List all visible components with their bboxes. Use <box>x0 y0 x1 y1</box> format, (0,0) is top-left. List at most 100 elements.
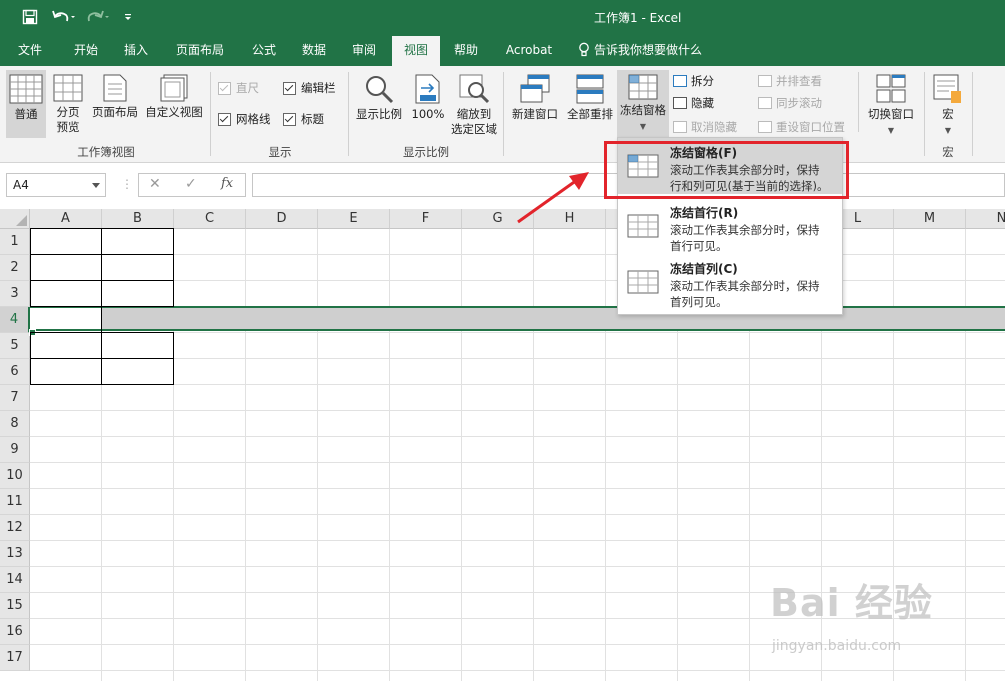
tab-acrobat[interactable]: Acrobat <box>500 34 558 66</box>
tab-file[interactable]: 文件 <box>8 34 52 66</box>
tab-insert[interactable]: 插入 <box>114 34 158 66</box>
column-header-n[interactable]: N <box>966 209 1005 229</box>
tab-page-layout[interactable]: 页面布局 <box>167 34 233 66</box>
tab-home[interactable]: 开始 <box>64 34 108 66</box>
row-header-10[interactable]: 10 <box>0 463 30 489</box>
undo-icon[interactable] <box>52 9 76 25</box>
selected-row-4[interactable] <box>30 306 1005 331</box>
row-header-12[interactable]: 12 <box>0 515 30 541</box>
sync-scroll-button[interactable]: 同步滚动 <box>758 94 822 112</box>
row-header-17[interactable]: 17 <box>0 645 30 671</box>
gridline-horizontal <box>30 358 1005 359</box>
column-header-h[interactable]: H <box>534 209 606 229</box>
baidu-watermark: Bai 经验 jingyan.baidu.com <box>770 560 995 680</box>
side-by-side-label: 并排查看 <box>776 74 822 88</box>
headings-checkbox[interactable]: 标题 <box>283 110 324 128</box>
new-window-button[interactable]: 新建窗口 <box>508 74 562 122</box>
gridline-vertical <box>389 229 390 681</box>
row-header-15[interactable]: 15 <box>0 593 30 619</box>
switch-windows-button[interactable]: 切换窗口 ▼ <box>862 74 920 138</box>
menu-freeze-top-row[interactable]: 冻结首行(R) 滚动工作表其余部分时，保持 首行可见。 <box>618 198 842 254</box>
magnifier-icon <box>366 76 394 104</box>
formula-bar-checkbox[interactable]: 编辑栏 <box>283 79 336 97</box>
tab-view[interactable]: 视图 <box>392 36 440 66</box>
active-cell-a4[interactable] <box>30 306 102 331</box>
row-header-5[interactable]: 5 <box>0 333 30 359</box>
row-header-8[interactable]: 8 <box>0 411 30 437</box>
hide-button[interactable]: 隐藏 <box>673 94 714 112</box>
freeze-panes-button[interactable]: 冻结窗格 ▼ <box>617 70 669 138</box>
name-box[interactable]: A4 <box>6 173 106 197</box>
cell-border-line <box>173 228 174 306</box>
column-header-g[interactable]: G <box>462 209 534 229</box>
save-icon[interactable] <box>22 9 38 25</box>
formula-bar-check <box>283 81 296 95</box>
zoom-100-button[interactable]: 100% <box>409 74 447 122</box>
insert-function-icon[interactable]: fx <box>221 176 233 191</box>
normal-view-label: 普通 <box>14 107 38 121</box>
menu-freeze-first-column[interactable]: 冻结首列(C) 滚动工作表其余部分时，保持 首列可见。 <box>618 254 842 310</box>
column-header-c[interactable]: C <box>174 209 246 229</box>
row-header-4[interactable]: 4 <box>0 307 30 333</box>
cell-border-line <box>30 228 174 229</box>
column-header-m[interactable]: M <box>894 209 966 229</box>
reset-position-button[interactable]: 重设窗口位置 <box>758 118 845 136</box>
page-layout-button[interactable]: 页面布局 <box>89 74 141 120</box>
row-header-3[interactable]: 3 <box>0 281 30 307</box>
menu-freeze-first-column-title: 冻结首列(C) <box>670 262 738 276</box>
tab-review[interactable]: 审阅 <box>342 34 386 66</box>
formula-bar: A4 ⋮ ✕ ✓ fx <box>0 163 1005 209</box>
unhide-button[interactable]: 取消隐藏 <box>673 118 737 136</box>
headings-check <box>283 112 296 126</box>
page-break-preview-button[interactable]: 分页 预览 <box>50 74 86 135</box>
normal-view-button[interactable]: 普通 <box>6 70 46 138</box>
arrange-all-button[interactable]: 全部重排 <box>564 74 616 122</box>
chevron-down-icon[interactable] <box>92 183 100 188</box>
group-separator <box>972 72 973 156</box>
zoom-selection-label-1: 缩放到 <box>456 107 492 121</box>
zoom-selection-button[interactable]: 缩放到 选定区域 <box>449 74 499 137</box>
select-all-corner[interactable] <box>0 209 30 229</box>
column-header-b[interactable]: B <box>102 209 174 229</box>
row-header-13[interactable]: 13 <box>0 541 30 567</box>
row-header-7[interactable]: 7 <box>0 385 30 411</box>
arrange-all-icon <box>576 74 604 104</box>
split-button[interactable]: 拆分 <box>673 72 714 90</box>
enter-check-icon[interactable]: ✓ <box>185 176 197 192</box>
row-header-2[interactable]: 2 <box>0 255 30 281</box>
row-header-11[interactable]: 11 <box>0 489 30 515</box>
custom-views-button[interactable]: 自定义视图 <box>142 74 206 120</box>
title-bar: 工作簿1 - Excel <box>0 0 1005 34</box>
macros-button[interactable]: 宏 ▼ <box>930 74 966 138</box>
group-separator <box>348 72 349 156</box>
chevron-down-icon: ▼ <box>887 126 895 135</box>
redo-icon[interactable] <box>86 9 110 25</box>
tell-me-search[interactable]: 告诉我你想要做什么 <box>578 34 718 66</box>
column-header-d[interactable]: D <box>246 209 318 229</box>
ruler-checkbox[interactable]: 直尺 <box>218 79 259 97</box>
row-header-6[interactable]: 6 <box>0 359 30 385</box>
watermark-title: Bai 经验 <box>770 581 933 625</box>
freeze-top-row-icon <box>627 214 659 238</box>
new-window-label: 新建窗口 <box>512 107 558 121</box>
tab-help[interactable]: 帮助 <box>444 34 488 66</box>
row-header-9[interactable]: 9 <box>0 437 30 463</box>
hide-label: 隐藏 <box>691 96 714 110</box>
cancel-icon[interactable]: ✕ <box>149 176 161 192</box>
arrange-all-label: 全部重排 <box>567 107 613 121</box>
column-header-a[interactable]: A <box>30 209 102 229</box>
unhide-label: 取消隐藏 <box>691 120 737 134</box>
split-icon <box>673 75 687 87</box>
gridlines-checkbox[interactable]: 网格线 <box>218 110 271 128</box>
customize-qat-icon[interactable] <box>123 9 133 25</box>
row-header-1[interactable]: 1 <box>0 229 30 255</box>
column-header-f[interactable]: F <box>390 209 462 229</box>
tab-formulas[interactable]: 公式 <box>242 34 286 66</box>
column-header-e[interactable]: E <box>318 209 390 229</box>
row-header-14[interactable]: 14 <box>0 567 30 593</box>
zoom-button[interactable]: 显示比例 <box>353 74 405 122</box>
tab-data[interactable]: 数据 <box>292 34 336 66</box>
freeze-panes-icon <box>628 74 658 100</box>
side-by-side-button[interactable]: 并排查看 <box>758 72 822 90</box>
row-header-16[interactable]: 16 <box>0 619 30 645</box>
